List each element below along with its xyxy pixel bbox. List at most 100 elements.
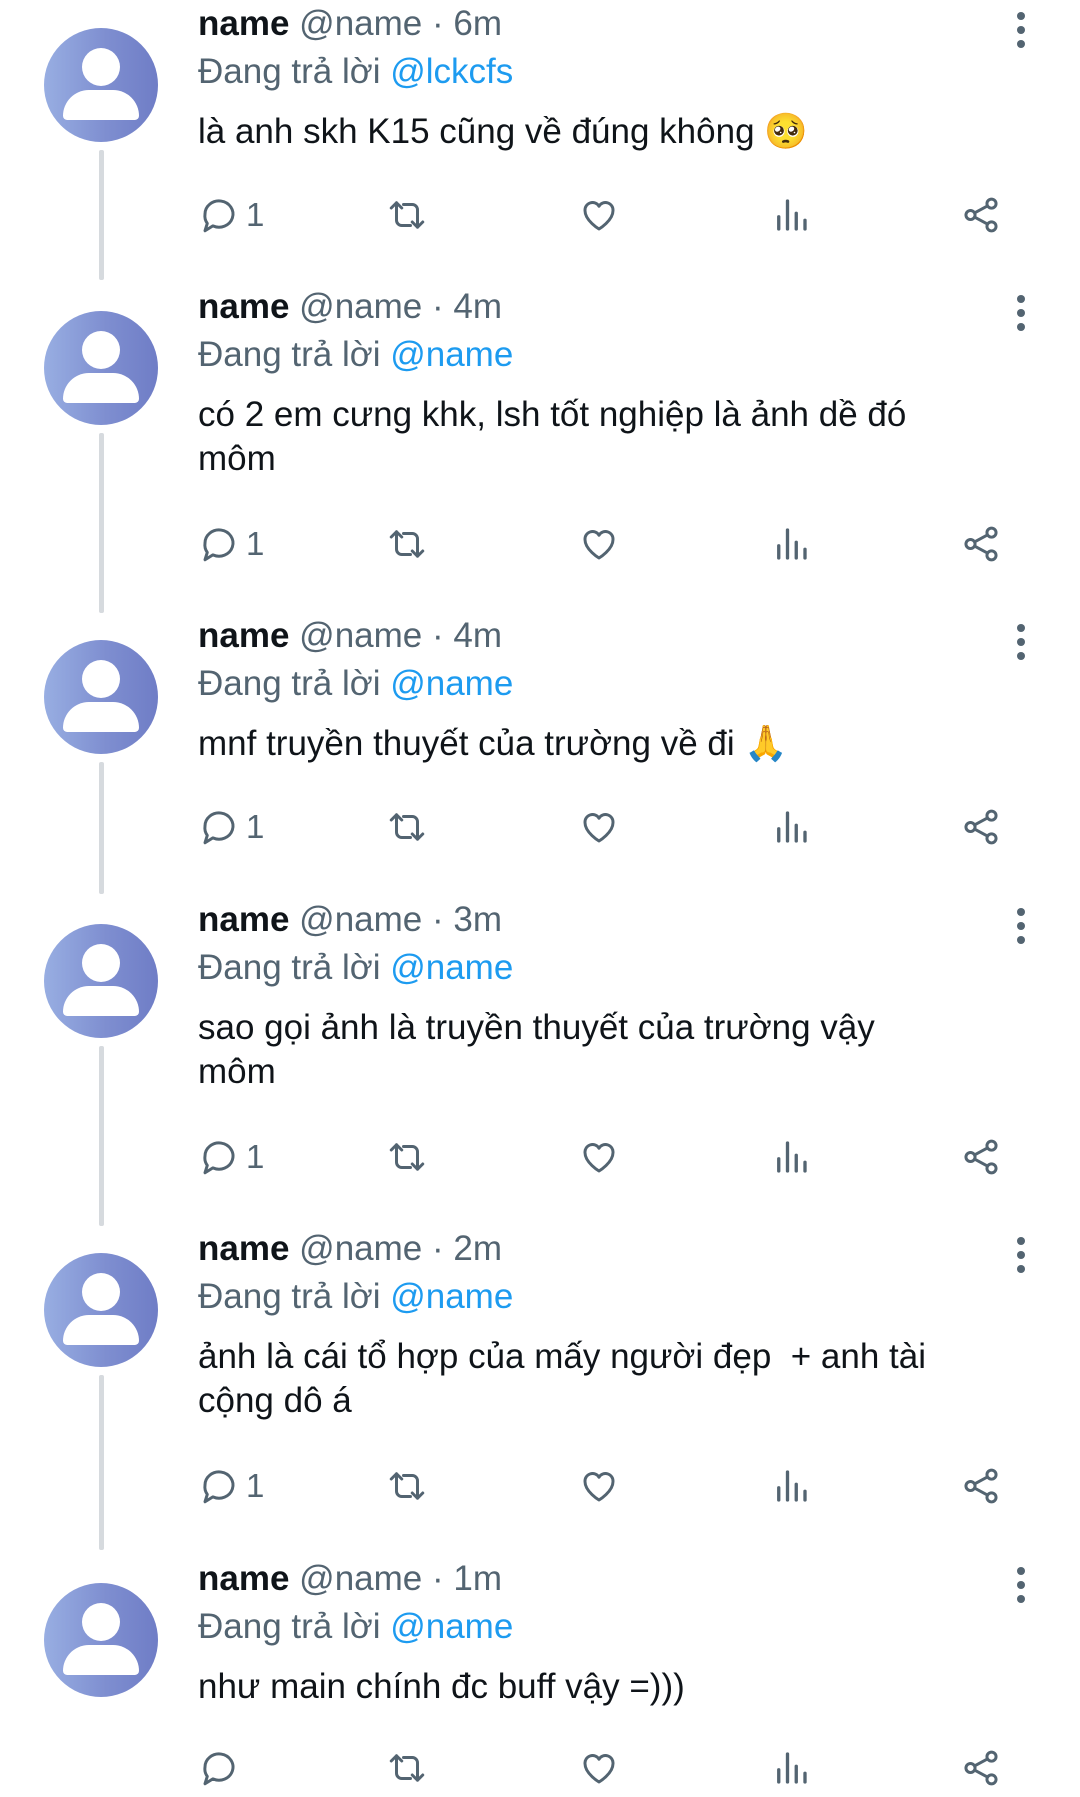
display-name[interactable]: name — [198, 4, 289, 43]
share-icon — [964, 809, 998, 845]
tweet[interactable]: name @name · 4m Đang trả lời @name có 2 … — [0, 283, 1080, 613]
avatar[interactable] — [44, 1583, 158, 1697]
user-handle[interactable]: @name — [299, 616, 422, 655]
display-name[interactable]: name — [198, 616, 289, 655]
views-button[interactable] — [770, 1132, 812, 1182]
views-icon — [777, 1141, 807, 1173]
more-vertical-icon[interactable] — [1006, 10, 1036, 50]
share-icon — [964, 1468, 998, 1504]
reply-mention-link[interactable]: @lckcfs — [390, 52, 513, 91]
tweet[interactable]: name @name · 4m Đang trả lời @name mnf t… — [0, 612, 1080, 902]
share-button[interactable] — [960, 802, 1002, 852]
avatar[interactable] — [44, 28, 158, 142]
share-button[interactable] — [960, 519, 1002, 569]
user-handle[interactable]: @name — [299, 900, 422, 939]
like-button[interactable] — [578, 1743, 620, 1793]
like-button[interactable] — [578, 519, 620, 569]
timestamp[interactable]: 2m — [453, 1229, 502, 1268]
timestamp[interactable]: 4m — [453, 287, 502, 326]
replying-to: Đang trả lời @name — [198, 331, 998, 379]
like-button[interactable] — [578, 1132, 620, 1182]
heart-icon — [583, 201, 615, 231]
user-handle[interactable]: @name — [299, 4, 422, 43]
retweet-button[interactable] — [386, 519, 428, 569]
reply-button[interactable]: 1 — [198, 190, 264, 240]
retweet-icon — [389, 1754, 425, 1782]
reply-button[interactable]: 1 — [198, 802, 264, 852]
display-name[interactable]: name — [198, 1559, 289, 1598]
reply-count: 1 — [246, 196, 265, 233]
reply-icon — [203, 528, 235, 562]
like-button[interactable] — [578, 1461, 620, 1511]
user-handle[interactable]: @name — [299, 287, 422, 326]
avatar[interactable] — [44, 640, 158, 754]
timestamp[interactable]: 6m — [453, 4, 502, 43]
retweet-button[interactable] — [386, 1743, 428, 1793]
avatar[interactable] — [44, 924, 158, 1038]
reply-mention-link[interactable]: @name — [390, 948, 513, 987]
reply-button[interactable]: 1 — [198, 1461, 264, 1511]
tweet[interactable]: name @name · 1m Đang trả lời @name như m… — [0, 1555, 1080, 1797]
thread-line — [99, 762, 104, 894]
action-bar: 1 — [198, 1461, 1018, 1511]
reply-button[interactable]: 1 — [198, 1132, 264, 1182]
timestamp[interactable]: 1m — [453, 1559, 502, 1598]
tweet[interactable]: name @name · 2m Đang trả lời @name ảnh l… — [0, 1225, 1080, 1555]
reply-mention-link[interactable]: @name — [390, 1607, 513, 1646]
avatar[interactable] — [44, 1253, 158, 1367]
more-vertical-icon[interactable] — [1006, 906, 1036, 946]
more-vertical-icon[interactable] — [1006, 1565, 1036, 1605]
share-button[interactable] — [960, 190, 1002, 240]
share-button[interactable] — [960, 1743, 1002, 1793]
display-name[interactable]: name — [198, 287, 289, 326]
views-button[interactable] — [770, 802, 812, 852]
share-icon — [964, 1750, 998, 1786]
heart-icon — [583, 530, 615, 560]
replying-label: Đang trả lời — [198, 948, 381, 987]
heart-icon — [583, 1472, 615, 1502]
display-name[interactable]: name — [198, 1229, 289, 1268]
views-button[interactable] — [770, 1461, 812, 1511]
more-vertical-icon[interactable] — [1006, 622, 1036, 662]
tweet[interactable]: name @name · 6m Đang trả lời @lckcfs là … — [0, 0, 1080, 330]
tweet-text: như main chính đc buff vậy =))) — [198, 1667, 685, 1706]
avatar[interactable] — [44, 311, 158, 425]
reply-count: 1 — [246, 808, 265, 845]
views-button[interactable] — [770, 519, 812, 569]
reply-mention-link[interactable]: @name — [390, 1277, 513, 1316]
reply-button[interactable] — [198, 1743, 246, 1793]
more-vertical-icon[interactable] — [1006, 293, 1036, 333]
replying-to: Đang trả lời @name — [198, 660, 998, 708]
more-vertical-icon[interactable] — [1006, 1235, 1036, 1275]
separator-dot: · — [432, 1229, 444, 1268]
like-button[interactable] — [578, 802, 620, 852]
tweet-text: sao gọi ảnh là truyền thuyết của trường … — [198, 1008, 875, 1091]
user-handle[interactable]: @name — [299, 1229, 422, 1268]
tweet-header: name @name · 1m — [198, 1555, 998, 1603]
reply-button[interactable]: 1 — [198, 519, 264, 569]
like-button[interactable] — [578, 190, 620, 240]
retweet-button[interactable] — [386, 190, 428, 240]
reply-mention-link[interactable]: @name — [390, 664, 513, 703]
replying-label: Đang trả lời — [198, 1607, 381, 1646]
tweet-header: name @name · 4m — [198, 283, 998, 331]
timestamp[interactable]: 3m — [453, 900, 502, 939]
timestamp[interactable]: 4m — [453, 616, 502, 655]
views-icon — [777, 1470, 807, 1502]
views-button[interactable] — [770, 190, 812, 240]
retweet-button[interactable] — [386, 1461, 428, 1511]
reply-icon — [203, 199, 235, 233]
user-handle[interactable]: @name — [299, 1559, 422, 1598]
replying-to: Đang trả lời @name — [198, 1603, 998, 1651]
retweet-button[interactable] — [386, 1132, 428, 1182]
share-button[interactable] — [960, 1461, 1002, 1511]
share-icon — [964, 197, 998, 233]
reply-mention-link[interactable]: @name — [390, 335, 513, 374]
display-name[interactable]: name — [198, 900, 289, 939]
separator-dot: · — [432, 616, 444, 655]
share-button[interactable] — [960, 1132, 1002, 1182]
retweet-icon — [389, 201, 425, 229]
tweet[interactable]: name @name · 3m Đang trả lời @name sao g… — [0, 896, 1080, 1226]
views-button[interactable] — [770, 1743, 812, 1793]
retweet-button[interactable] — [386, 802, 428, 852]
